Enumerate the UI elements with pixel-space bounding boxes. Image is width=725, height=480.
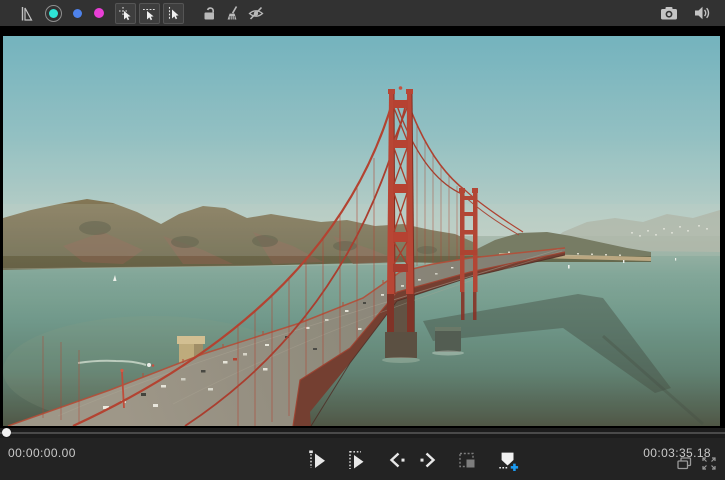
- audio-volume-icon[interactable]: [693, 5, 711, 21]
- next-frame-icon: [420, 452, 435, 468]
- magenta-marker-dot: [93, 8, 104, 18]
- timeline-scrubber[interactable]: [0, 428, 725, 438]
- cursor-dashed-side-icon: [168, 6, 179, 20]
- transport-bar: 00:00:00.00 00:03:35.18: [0, 438, 725, 480]
- grab-frame-button[interactable]: [457, 448, 479, 472]
- scrubber-track[interactable]: [0, 432, 725, 434]
- marker-blue-button[interactable]: [70, 8, 85, 18]
- snapshot-camera-icon[interactable]: [660, 5, 678, 21]
- play-from-in-button[interactable]: [306, 448, 328, 472]
- select-range-side-button[interactable]: [163, 2, 184, 24]
- next-frame-button[interactable]: [417, 448, 439, 472]
- marker-cyan-button[interactable]: [45, 4, 62, 22]
- fullscreen-expand-icon[interactable]: [702, 457, 716, 475]
- golden-gate-bridge-frame: [2, 36, 720, 427]
- video-monitor-panel: 00:00:00.00 00:03:35.18: [0, 0, 725, 480]
- cursor-crosshair-icon: [119, 6, 131, 20]
- current-timecode[interactable]: 00:00:00.00: [8, 446, 76, 460]
- play-in-to-out-icon: [348, 451, 363, 469]
- cyan-marker-dot: [49, 8, 58, 18]
- cursor-dashed-top-icon: [143, 8, 156, 20]
- add-marker-button[interactable]: [497, 448, 519, 472]
- monitor-corner-controls: [677, 457, 716, 475]
- grab-frame-icon: [459, 452, 475, 467]
- blue-marker-dot: [73, 8, 82, 18]
- previous-frame-button[interactable]: [386, 448, 408, 472]
- video-preview: [2, 36, 720, 427]
- previous-frame-icon: [389, 452, 404, 468]
- transport-controls: [297, 448, 528, 472]
- playhead[interactable]: [2, 428, 11, 437]
- add-marker-icon: [498, 452, 518, 471]
- monitor-toolbar: [0, 0, 725, 26]
- broom-clear-icon[interactable]: [224, 5, 240, 21]
- flip-tool-icon[interactable]: [16, 5, 33, 22]
- eye-hidden-icon[interactable]: [247, 5, 265, 21]
- lock-open-icon[interactable]: [201, 5, 217, 21]
- marker-magenta-button[interactable]: [91, 8, 106, 18]
- select-range-top-button[interactable]: [139, 2, 160, 24]
- play-in-to-out-button[interactable]: [346, 448, 368, 472]
- play-from-in-icon: [308, 450, 325, 468]
- stacked-monitor-icon[interactable]: [677, 457, 692, 475]
- select-marked-moment-button[interactable]: [115, 2, 136, 24]
